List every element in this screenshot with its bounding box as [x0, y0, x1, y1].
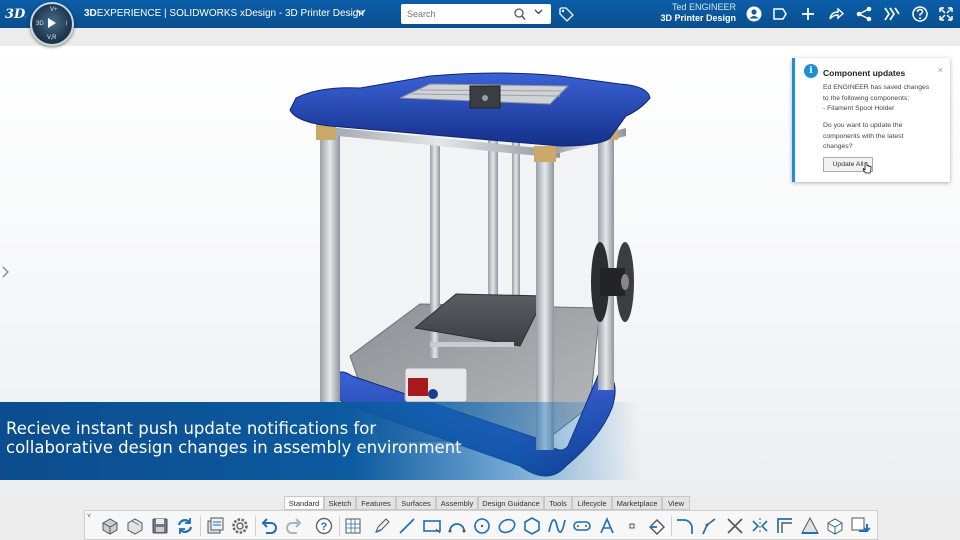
fullscreen-icon[interactable]: [936, 4, 956, 24]
circle-icon[interactable]: [471, 515, 493, 537]
tab-view[interactable]: View: [662, 496, 690, 510]
tab-sketch[interactable]: Sketch: [324, 496, 356, 510]
tab-features[interactable]: Features: [356, 496, 396, 510]
exit-sketch-icon[interactable]: [849, 515, 871, 537]
toolbar-collapse-icon[interactable]: ˅: [87, 513, 91, 520]
close-icon[interactable]: ×: [938, 65, 943, 75]
polygon-icon[interactable]: [521, 515, 543, 537]
notification-question: Do you want to update the components wit…: [823, 122, 904, 150]
trim-icon[interactable]: [724, 515, 746, 537]
tag-icon[interactable]: [558, 6, 574, 22]
convert-entities-icon[interactable]: [799, 515, 821, 537]
settings-icon[interactable]: [229, 515, 251, 537]
app-title: 3DEXPERIENCE | SOLIDWORKS xDesign - 3D P…: [84, 8, 364, 19]
component-update-notification: i Component updates × Ed ENGINEER has sa…: [792, 58, 950, 182]
add-icon[interactable]: [798, 4, 818, 24]
spline-icon[interactable]: [546, 515, 568, 537]
share-icon[interactable]: [826, 4, 846, 24]
tab-assembly[interactable]: Assembly: [436, 496, 478, 510]
tab-standard[interactable]: Standard: [284, 496, 324, 510]
caption-line-2: collaborative design changes in assembly…: [6, 438, 462, 457]
sketch-grid-icon[interactable]: [342, 515, 364, 537]
avatar-icon[interactable]: [744, 4, 764, 24]
redo-icon[interactable]: [283, 515, 305, 537]
sketch-pencil-icon[interactable]: [371, 515, 393, 537]
notification-title: Component updates: [823, 68, 906, 78]
project-entities-icon[interactable]: [824, 515, 846, 537]
rectangle-icon[interactable]: [421, 515, 443, 537]
fillet-icon[interactable]: [674, 515, 696, 537]
mouse-cursor-icon: [862, 162, 872, 174]
offset-icon[interactable]: [774, 515, 796, 537]
line-icon[interactable]: [396, 515, 418, 537]
workspace-name: 3D Printer Design: [660, 13, 736, 23]
refresh-icon[interactable]: [174, 515, 196, 537]
save-icon[interactable]: [149, 515, 171, 537]
tab-tools[interactable]: Tools: [544, 496, 572, 510]
feature-caption: Recieve instant push update notification…: [0, 402, 640, 480]
mirror-icon[interactable]: [749, 515, 771, 537]
tab-marketplace[interactable]: Marketplace: [612, 496, 662, 510]
user-block[interactable]: Ted ENGINEER 3D Printer Design: [660, 2, 736, 24]
info-icon: i: [804, 64, 818, 78]
action-bar: ˅ ?: [84, 510, 878, 540]
user-name: Ted ENGINEER: [671, 2, 736, 12]
network-share-icon[interactable]: [854, 4, 874, 24]
caption-line-1: Recieve instant push update notification…: [6, 419, 377, 438]
undo-icon[interactable]: [258, 515, 280, 537]
tab-lifecycle[interactable]: Lifecycle: [572, 496, 612, 510]
collaboration-icon[interactable]: [770, 4, 790, 24]
search-icon[interactable]: [514, 7, 526, 21]
svg-text:3DS: 3DS: [5, 7, 26, 22]
slot-icon[interactable]: [571, 515, 593, 537]
chamfer-icon[interactable]: [699, 515, 721, 537]
top-bar: 3DS 3DEXPERIENCE | SOLIDWORKS xDesign - …: [0, 0, 960, 28]
dassault-logo[interactable]: 3DS: [4, 3, 35, 23]
manage-versions-icon[interactable]: [204, 515, 226, 537]
help-icon[interactable]: ?: [313, 515, 335, 537]
search-input[interactable]: [407, 7, 507, 21]
new-part-icon[interactable]: [124, 515, 146, 537]
search-field[interactable]: [401, 4, 551, 24]
point-icon[interactable]: [621, 515, 643, 537]
compass-widget[interactable]: V+ 3D i V,R: [30, 2, 74, 46]
insert-component-icon[interactable]: [99, 515, 121, 537]
search-options-chevron-icon[interactable]: [534, 8, 543, 18]
play-icon[interactable]: [48, 18, 56, 28]
notification-message: Ed ENGINEER has saved changes to the fol…: [823, 84, 930, 112]
arc-icon[interactable]: [446, 515, 468, 537]
tab-design-guidance[interactable]: Design Guidance: [478, 496, 544, 510]
apps-icon[interactable]: [882, 4, 902, 24]
sketch-text-icon[interactable]: [596, 515, 618, 537]
svg-text:?: ?: [321, 521, 328, 533]
ellipse-icon[interactable]: [496, 515, 518, 537]
chevron-down-icon[interactable]: [356, 8, 366, 18]
sketch-mode-icon[interactable]: [646, 515, 668, 537]
tab-surfaces[interactable]: Surfaces: [396, 496, 436, 510]
help-icon[interactable]: [910, 4, 930, 24]
